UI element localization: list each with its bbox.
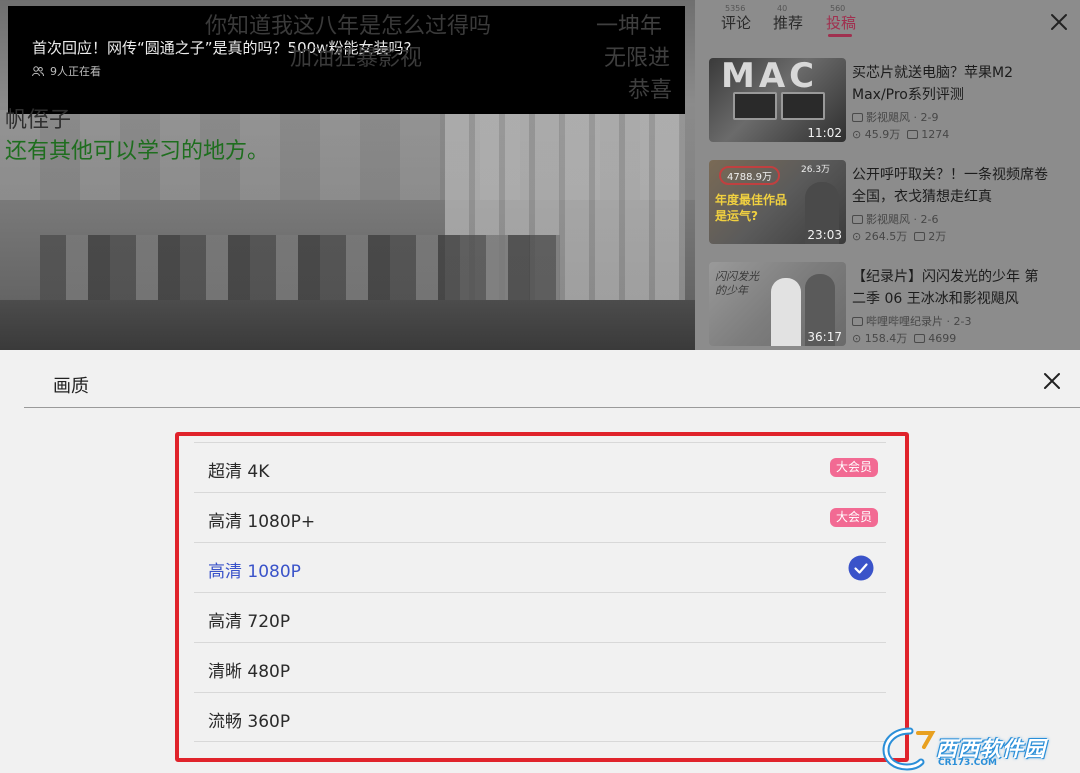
uploader-info: 影视飓风 · 2-6 <box>852 211 938 227</box>
sheet-title: 画质 <box>53 376 89 397</box>
uploader-info: 影视飓风 · 2-9 <box>852 109 938 125</box>
tab-label: 推荐 <box>773 14 804 32</box>
video-thumbnail[interactable]: 4788.9万 26.3万 年度最佳作品 是运气? 23:03 <box>709 160 846 244</box>
play-count: 45.9万 <box>864 128 901 141</box>
thumbnail-text: 年度最佳作品 是运气? <box>715 193 788 223</box>
danmaku-count: 2万 <box>928 230 947 243</box>
play-count-icon: ⊙ <box>852 128 862 141</box>
thumbnail-badge: 4788.9万 <box>719 166 780 185</box>
viewer-count-text: 9人正在看 <box>50 65 101 78</box>
uploader-icon <box>852 113 863 122</box>
video-duration: 23:03 <box>807 228 842 242</box>
tab-comments[interactable]: 5356 评论 <box>721 4 752 33</box>
play-count-icon: ⊙ <box>852 230 862 243</box>
thumbnail-badge: 26.3万 <box>801 165 831 175</box>
viewer-count: 9人正在看 <box>32 63 101 79</box>
tab-label: 评论 <box>721 14 752 32</box>
uploader-info: 哔哩哔哩纪录片 · 2-3 <box>852 313 971 329</box>
danmaku-comment: 无限进 <box>604 46 671 71</box>
video-title: 公开呼吁取关？！一条视频席卷全国，衣戈猜想走红真 <box>852 167 1048 205</box>
play-count-icon: ⊙ <box>852 332 862 345</box>
highlight-annotation-box <box>175 432 909 762</box>
tab-recommend[interactable]: 40 推荐 <box>773 4 804 33</box>
close-icon[interactable] <box>1040 369 1064 393</box>
thumbnail-text: 闪闪发光的少年 <box>715 270 759 297</box>
danmaku-comment: 你知道我这八年是怎么过得吗 <box>205 14 492 39</box>
watermark-url: CR173.COM <box>938 758 997 768</box>
thumbnail-person <box>771 278 801 346</box>
danmaku-comment: 加油狂暴影视 <box>290 46 423 71</box>
danmaku-icon <box>914 232 926 241</box>
video-stats: ⊙ 158.4万 4699 <box>852 330 956 346</box>
related-sidebar: 5356 评论 40 推荐 560 投稿 MAC 11:02 买芯片就送电脑？苹… <box>695 0 1080 350</box>
quality-sheet: 画质 超清 4K 大会员 高清 1080P+ 大会员 高清 1080P 高清 7… <box>0 350 1080 773</box>
tab-submissions[interactable]: 560 投稿 <box>826 4 857 33</box>
play-count: 158.4万 <box>864 332 908 345</box>
video-frame-floor <box>0 300 695 350</box>
danmaku-icon <box>907 130 919 139</box>
list-item[interactable]: MAC 11:02 买芯片就送电脑？苹果M2 Max/Pro系列评测 影视飓风 … <box>709 58 1069 144</box>
thumbnail-text: MAC <box>721 58 819 96</box>
list-item[interactable]: 4788.9万 26.3万 年度最佳作品 是运气? 23:03 公开呼吁取关？！… <box>709 160 1069 246</box>
danmaku-comment: 恭喜 <box>628 78 673 103</box>
video-stats: ⊙ 264.5万 2万 <box>852 228 946 244</box>
danmaku-count: 4699 <box>928 332 957 345</box>
video-thumbnail[interactable]: MAC 11:02 <box>709 58 846 142</box>
video-duration: 36:17 <box>807 330 842 344</box>
danmaku-count: 1274 <box>921 128 950 141</box>
uploader-text: 哔哩哔哩纪录片 · 2-3 <box>866 315 972 328</box>
danmaku-icon <box>914 334 926 343</box>
play-count: 264.5万 <box>864 230 908 243</box>
divider <box>24 407 1080 408</box>
video-player[interactable]: 首次回应！网传“圆通之子”是真的吗？500w粉能女装吗? 9人正在看 你知道我这… <box>0 0 695 350</box>
list-item[interactable]: 闪闪发光的少年 36:17 【纪录片】闪闪发光的少年 第二季 06 王冰冰和影视… <box>709 262 1069 348</box>
tab-count: 5356 <box>725 4 746 13</box>
uploader-icon <box>852 317 863 326</box>
active-tab-indicator <box>828 34 852 37</box>
danmaku-comment: 一坤年 <box>596 14 663 39</box>
watermark-logo-icon <box>882 727 936 771</box>
tab-count: 560 <box>830 4 846 13</box>
video-duration: 11:02 <box>807 126 842 140</box>
danmaku-comment: 帆侄子 <box>5 108 72 133</box>
tab-label: 投稿 <box>826 14 857 32</box>
site-watermark: 西西软件园 CR173.COM <box>880 722 1080 773</box>
people-icon <box>32 65 44 76</box>
video-stats: ⊙ 45.9万 1274 <box>852 126 949 142</box>
thumbnail-laptop <box>733 92 777 120</box>
uploader-text: 影视飓风 · 2-6 <box>866 213 939 226</box>
uploader-text: 影视飓风 · 2-9 <box>866 111 939 124</box>
danmaku-comment: 还有其他可以学习的地方。 <box>5 139 270 164</box>
video-thumbnail[interactable]: 闪闪发光的少年 36:17 <box>709 262 846 346</box>
uploader-icon <box>852 215 863 224</box>
video-title: 【纪录片】闪闪发光的少年 第二季 06 王冰冰和影视飓风 <box>852 269 1039 307</box>
thumbnail-laptop <box>781 92 825 120</box>
video-title: 买芯片就送电脑？苹果M2 Max/Pro系列评测 <box>852 65 1013 103</box>
close-icon[interactable] <box>1047 10 1071 34</box>
tab-count: 40 <box>777 4 788 13</box>
